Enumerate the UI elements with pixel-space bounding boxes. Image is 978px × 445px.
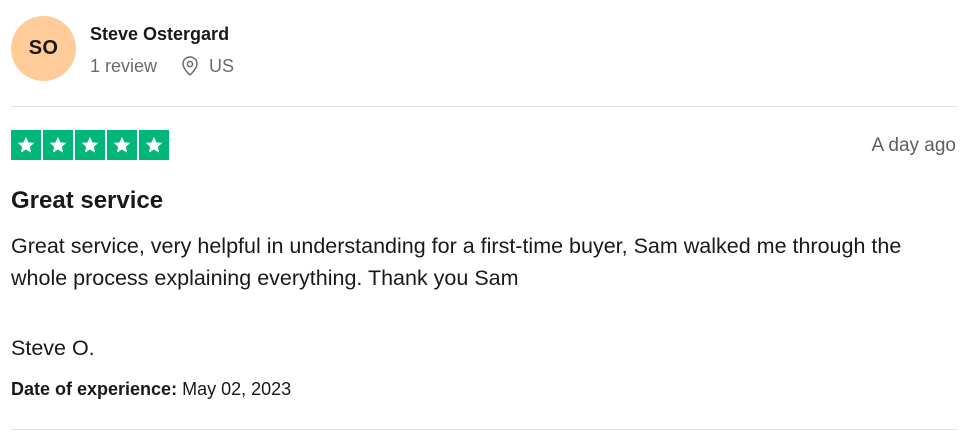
location-label: US — [209, 55, 235, 76]
star-icon — [139, 130, 169, 160]
date-of-experience: Date of experience: May 02, 2023 — [11, 377, 291, 401]
review-count: 1 review — [90, 55, 158, 76]
consumer-details: Steve Ostergard 1 review US — [90, 21, 234, 77]
map-pin-icon — [182, 55, 198, 76]
divider — [11, 429, 958, 430]
experience-date: May 02, 2023 — [182, 379, 292, 399]
divider — [11, 106, 958, 107]
star-icon — [107, 130, 137, 160]
review-text: Great service, very helpful in understan… — [11, 234, 902, 290]
avatar[interactable]: SO — [11, 16, 76, 81]
star-icon — [75, 130, 105, 160]
experience-label: Date of experience: — [11, 379, 178, 399]
review-card: SO Steve Ostergard 1 review US A day ago… — [0, 0, 978, 445]
review-title[interactable]: Great service — [11, 186, 163, 216]
consumer-meta: 1 review US — [90, 55, 234, 77]
location: US — [181, 55, 234, 77]
consumer-name[interactable]: Steve Ostergard — [90, 23, 234, 45]
review-signature: Steve O. — [11, 336, 95, 360]
star-icon — [43, 130, 73, 160]
consumer-info: SO Steve Ostergard 1 review US — [11, 16, 234, 81]
star-icon — [11, 130, 41, 160]
review-date: A day ago — [871, 135, 956, 156]
star-rating — [11, 130, 169, 160]
